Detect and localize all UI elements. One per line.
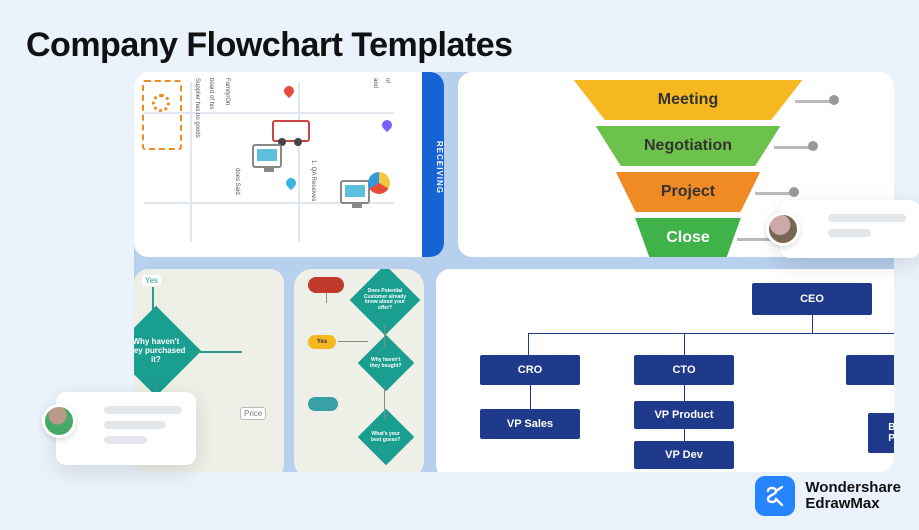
org-node-extra: Bu Perf <box>868 413 894 453</box>
diagram-text: does Said <box>234 168 240 195</box>
brand-text: Wondershare EdrawMax <box>805 480 901 513</box>
comment-card <box>56 392 196 465</box>
diagram-text: and <box>372 78 378 88</box>
template-card-mobile-flow[interactable]: Does Potential Customer already know abo… <box>294 269 424 472</box>
comment-card <box>780 200 919 258</box>
org-node-cro: CRO <box>480 355 580 385</box>
funnel-connector-knob <box>829 95 839 105</box>
page-title: Company Flowchart Templates <box>26 26 513 65</box>
edrawmax-logo-icon <box>755 476 795 516</box>
diagram-text: 1. QA Receives <box>310 160 316 201</box>
funnel-connector-knob <box>789 187 799 197</box>
truck-icon <box>272 120 310 142</box>
decision-node: Why haven't they bought? <box>358 335 415 392</box>
diagram-text: of <box>384 78 390 83</box>
diagram-text: Family/On <box>224 78 230 105</box>
funnel-connector <box>755 192 791 195</box>
start-node <box>308 277 344 293</box>
placeholder-line <box>104 421 166 429</box>
org-node-vp-dev: VP Dev <box>634 441 734 469</box>
placeholder-line <box>828 214 906 222</box>
funnel-stage: Meeting <box>558 80 818 120</box>
outcome-node <box>308 397 338 411</box>
template-card-supply-chain[interactable]: RECEIVING Supplier has no goods board of… <box>134 72 444 257</box>
map-pin-icon <box>380 118 394 132</box>
org-node-ceo: CEO <box>752 283 872 315</box>
org-node-vp-sales: VP Sales <box>480 409 580 439</box>
placeholder-line <box>104 406 182 414</box>
funnel-connector <box>774 146 810 149</box>
decision-node: What's your best guess? <box>358 409 415 466</box>
placeholder-line <box>104 436 147 444</box>
funnel-stage: Negotiation <box>583 126 793 166</box>
supply-chain-diagram: Supplier has no goods board of his Famil… <box>134 72 422 257</box>
funnel-connector <box>795 100 831 103</box>
map-pin-icon <box>284 176 298 190</box>
org-node-blank <box>846 355 894 385</box>
gear-icon <box>152 94 170 112</box>
branch-label-yes: Yes <box>142 275 161 286</box>
template-card-org-chart[interactable]: CEO CRO CTO VP Sales VP Product VP Dev B… <box>436 269 894 472</box>
branch-label-price: Price <box>240 407 266 420</box>
funnel-stage: Project <box>606 172 770 212</box>
template-gallery: RECEIVING Supplier has no goods board of… <box>134 72 894 472</box>
org-node-vp-product: VP Product <box>634 401 734 429</box>
placeholder-line <box>828 229 871 237</box>
diagram-text: Supplier has no goods <box>194 78 200 138</box>
brand-badge: Wondershare EdrawMax <box>755 476 901 516</box>
answer-node: Yes <box>308 335 336 349</box>
funnel-connector-knob <box>808 141 818 151</box>
receiving-lane-label: RECEIVING <box>422 72 444 257</box>
diagram-text: board of his <box>208 78 214 109</box>
funnel-stage: Close <box>628 218 748 257</box>
map-pin-icon <box>282 84 296 98</box>
decision-node: Does Potential Customer already know abo… <box>350 269 421 335</box>
pie-chart-icon <box>368 172 390 194</box>
monitor-icon <box>340 180 370 204</box>
org-node-cto: CTO <box>634 355 734 385</box>
monitor-icon <box>252 144 282 168</box>
avatar <box>766 212 800 246</box>
avatar <box>42 404 76 438</box>
funnel-connector <box>737 238 773 241</box>
